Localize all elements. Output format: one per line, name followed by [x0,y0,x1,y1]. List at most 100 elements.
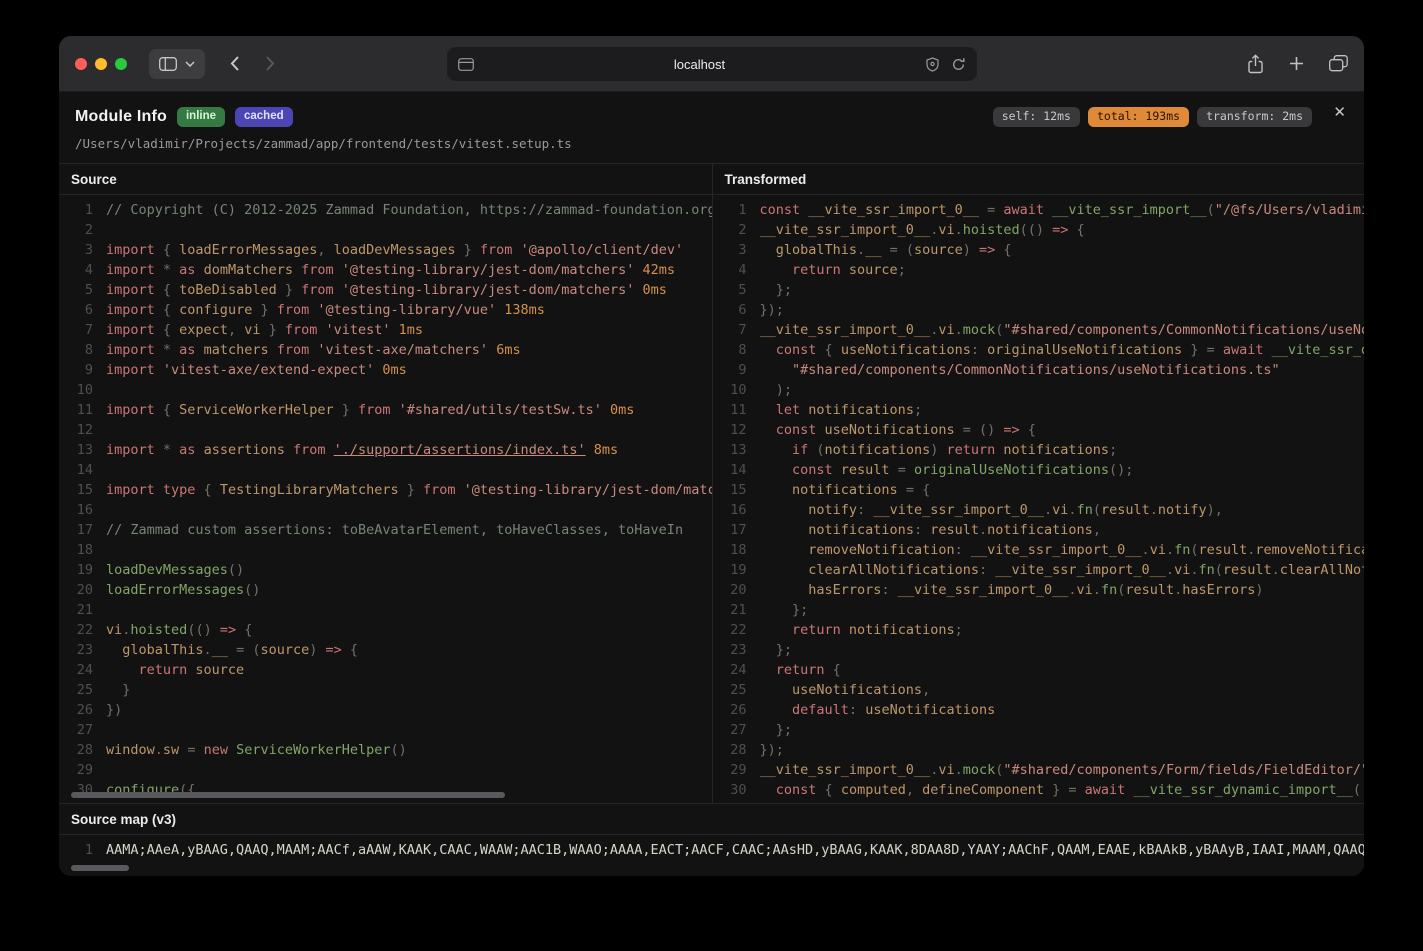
line-number: 3 [65,240,93,260]
code-token: matchers [204,342,269,358]
code-token: import [106,442,163,458]
code-line: 16 [65,500,712,520]
code-text: globalThis.__ = (source) => { [106,640,712,660]
code-token: : [857,502,873,518]
code-token: vi [938,222,954,238]
privacy-shield-icon[interactable] [926,57,939,72]
code-token: from [423,482,464,498]
code-token: __vite_ssr_import_0__ [898,582,1069,598]
code-token: result [1101,502,1150,518]
code-token: hoisted [963,222,1020,238]
code-token: . [1068,502,1076,518]
code-text: vi.hoisted(() => { [106,620,712,640]
share-button[interactable] [1247,54,1264,74]
code-line: 24 return source [65,660,712,680]
zoom-window-button[interactable] [115,58,127,70]
source-code[interactable]: 1// Copyright (C) 2012-2025 Zammad Found… [59,195,712,804]
code-line: 26 default: useNotifications [719,700,1365,720]
code-text: // Copyright (C) 2012-2025 Zammad Founda… [106,200,712,220]
url-bar[interactable]: localhost [447,47,977,81]
code-line: 6import { configure } from '@testing-lib… [65,300,712,320]
code-token: __vite_ssr_import__ [1052,202,1206,218]
code-token: ( [816,442,824,458]
code-token [760,662,776,678]
code-line: 3import { loadErrorMessages, loadDevMess… [65,240,712,260]
code-line: 10 [65,380,712,400]
code-line: 6}); [719,300,1365,320]
code-token: 'vitest-axe/extend-expect' [163,362,374,378]
code-token: const [776,422,825,438]
code-token: removeNotification [808,542,954,558]
code-text: return notifications; [760,620,1365,640]
code-token: source [260,642,309,658]
code-token: . [1150,502,1158,518]
code-text: // Zammad custom assertions: toBeAvatarE… [106,520,712,540]
line-number: 23 [65,640,93,660]
line-number: 10 [719,380,747,400]
code-token: 0ms [634,282,667,298]
page-settings-icon[interactable] [458,58,474,71]
source-horizontal-scrollbar[interactable] [71,792,505,798]
code-token: ) [930,442,946,458]
line-number: 23 [719,640,747,660]
total-time-badge: total: 193ms [1088,107,1189,127]
code-token: notifications [808,402,914,418]
code-token: await [1085,782,1134,798]
code-token: removeNotification [1255,542,1364,558]
code-token: "#shared/components/CommonNotifications/… [1003,322,1364,338]
code-token: . [955,762,963,778]
line-number: 28 [65,740,93,760]
line-number: 6 [719,300,747,320]
module-link[interactable]: './support/assertions/index.ts' [334,442,586,458]
code-text: } [106,680,712,700]
reload-icon[interactable] [951,57,966,72]
sourcemap-horizontal-scrollbar[interactable] [71,865,129,871]
code-token: vi [938,762,954,778]
line-number: 22 [719,620,747,640]
tab-overview-button[interactable] [1329,55,1348,72]
code-token: return [792,622,849,638]
line-number: 4 [719,260,747,280]
code-token: import [106,282,163,298]
code-token [760,262,793,278]
back-button[interactable] [221,50,247,78]
code-token: sw [163,742,179,758]
line-number: 16 [65,500,93,520]
minimize-window-button[interactable] [95,58,107,70]
code-token [106,662,139,678]
code-token: { [825,782,841,798]
line-number: 4 [65,260,93,280]
code-token: loadDevMessages [334,242,456,258]
code-text [106,380,712,400]
code-token: as [179,262,203,278]
line-number: 18 [65,540,93,560]
code-token: . [1166,542,1174,558]
code-token: useNotifications [841,342,971,358]
forward-button[interactable] [257,50,283,78]
code-token [106,642,122,658]
code-token: { [236,622,252,638]
code-token: }) [106,702,122,718]
line-number: 16 [719,500,747,520]
code-token [269,342,277,358]
transformed-code[interactable]: 1const __vite_ssr_import_0__ = await __v… [713,195,1365,804]
code-line: 1// Copyright (C) 2012-2025 Zammad Found… [65,200,712,220]
code-token: { [163,282,179,298]
code-text: const { useNotifications: originalUseNot… [760,340,1365,360]
line-number: 11 [719,400,747,420]
code-token: globalThis [776,242,857,258]
new-tab-button[interactable] [1289,56,1304,71]
code-token: new [204,742,237,758]
sidebar-toggle[interactable] [149,49,205,79]
code-token: . [1044,502,1052,518]
close-panel-button[interactable]: ✕ [1333,105,1346,120]
code-token: } [260,322,284,338]
code-token: source [914,242,963,258]
sourcemap-code[interactable]: 1AAMA;AAeA,yBAAG,QAAQ,MAAM;AACf,aAAW,KAA… [59,835,1364,860]
code-text: "#shared/components/CommonNotifications/… [760,360,1365,380]
code-line: 4import * as domMatchers from '@testing-… [65,260,712,280]
code-token: ( [1353,782,1361,798]
code-token: ; [914,402,922,418]
close-window-button[interactable] [75,58,87,70]
line-number: 14 [719,460,747,480]
